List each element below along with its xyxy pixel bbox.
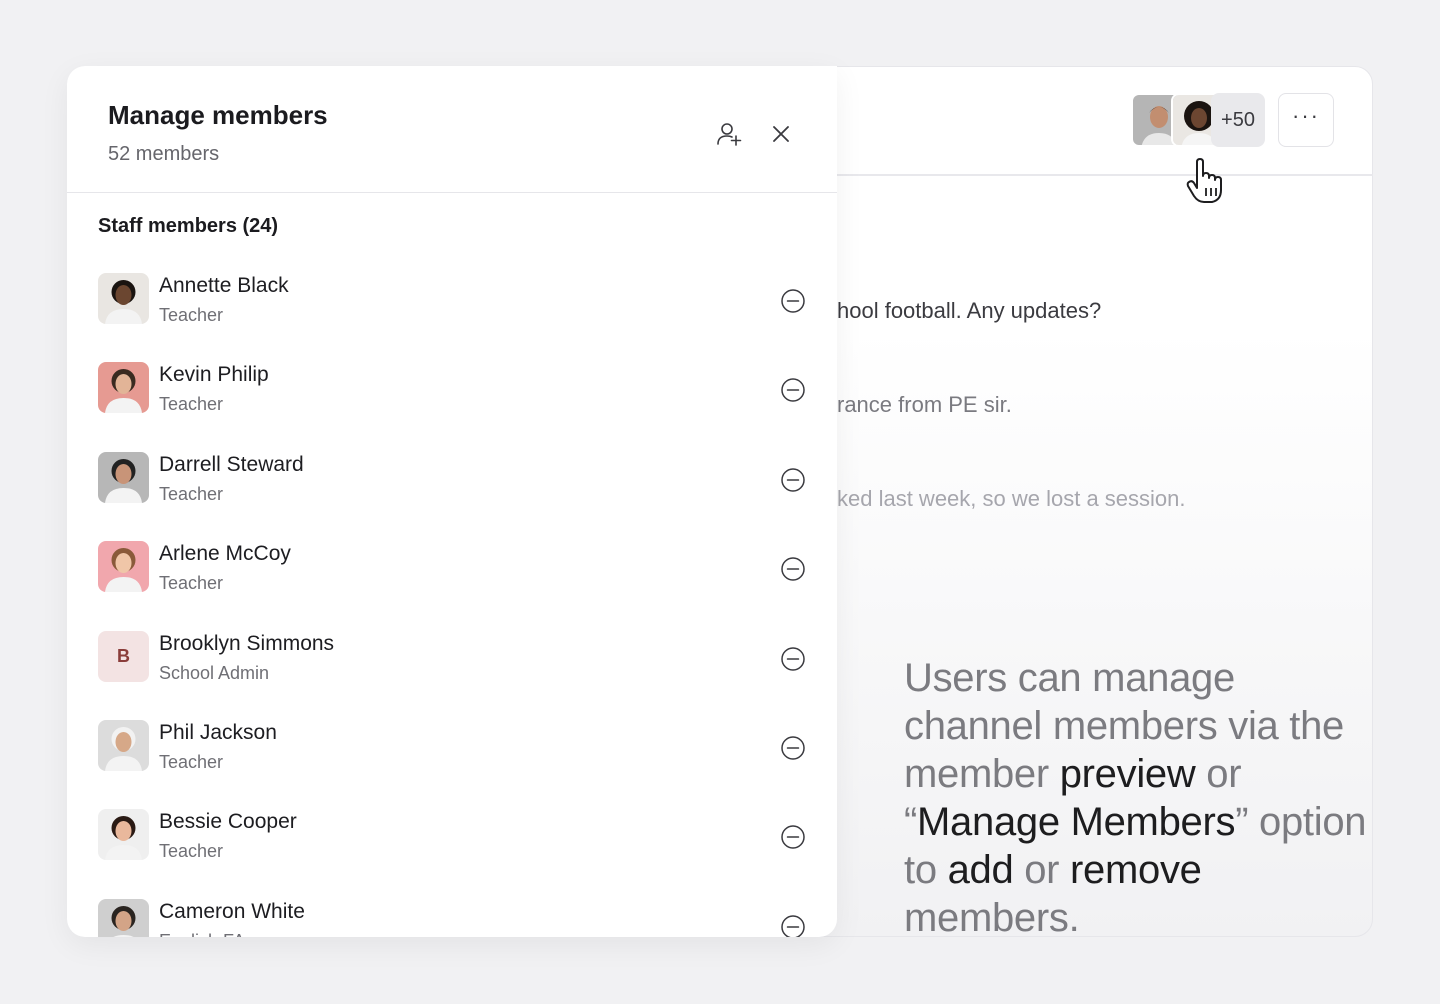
caption-text: or <box>1013 848 1071 892</box>
remove-member-button[interactable] <box>780 288 806 314</box>
hand-cursor-icon <box>1186 158 1222 203</box>
member-row[interactable]: Phil Jackson Teacher <box>67 707 837 797</box>
member-row[interactable]: Kevin Philip Teacher <box>67 349 837 439</box>
member-name: Cameron White <box>159 899 305 923</box>
remove-member-button[interactable] <box>780 824 806 850</box>
caption-text: members. <box>904 896 1080 940</box>
close-button[interactable] <box>766 119 796 149</box>
member-role: School Admin <box>159 662 270 683</box>
member-name: Brooklyn Simmons <box>159 631 335 655</box>
member-preview[interactable]: +50 <box>1131 93 1265 147</box>
chat-message: rance from PE sir. <box>837 392 1012 417</box>
header-divider <box>837 174 1373 176</box>
avatar <box>98 720 149 771</box>
manage-members-panel: Manage members 52 members Staff members … <box>67 66 837 937</box>
remove-member-button[interactable] <box>780 735 806 761</box>
remove-member-button[interactable] <box>780 914 806 937</box>
caption-emphasis: Manage Members <box>917 800 1236 844</box>
feature-caption: Users can manage channel members via the… <box>904 654 1374 942</box>
minus-circle-icon <box>781 289 805 313</box>
member-row[interactable]: Bessie Cooper Teacher <box>67 796 837 886</box>
caption-emphasis: preview <box>1059 752 1196 796</box>
member-row[interactable]: Darrell Steward Teacher <box>67 439 837 529</box>
panel-header: Manage members 52 members <box>67 66 837 193</box>
member-name: Phil Jackson <box>159 721 277 744</box>
avatar <box>98 809 149 861</box>
minus-circle-icon <box>781 557 805 581</box>
avatar <box>98 362 149 414</box>
member-name: Bessie Cooper <box>159 810 297 834</box>
more-options-button[interactable]: ··· <box>1278 93 1334 147</box>
remove-member-button[interactable] <box>780 646 806 672</box>
member-role: Teacher <box>159 483 224 504</box>
more-members-count[interactable]: +50 <box>1211 93 1265 147</box>
member-name: Arlene McCoy <box>159 542 291 566</box>
member-role: English FA <box>159 931 245 937</box>
member-row[interactable]: Annette Black Teacher <box>67 260 837 350</box>
avatar <box>98 541 149 593</box>
add-member-button[interactable] <box>714 119 744 149</box>
member-row[interactable]: B Brooklyn Simmons School Admin <box>67 618 837 708</box>
minus-circle-icon <box>781 825 805 850</box>
minus-circle-icon <box>781 736 805 760</box>
member-name: Darrell Steward <box>159 452 304 476</box>
member-role: Teacher <box>159 394 224 415</box>
minus-circle-icon <box>781 915 805 937</box>
chat-message: ked last week, so we lost a session. <box>837 486 1186 511</box>
member-role: Teacher <box>159 841 224 862</box>
remove-member-button[interactable] <box>780 377 806 403</box>
minus-circle-icon <box>781 646 805 671</box>
avatar: B <box>98 630 149 682</box>
avatar <box>98 451 149 503</box>
caption-emphasis: add <box>947 848 1014 892</box>
member-name: Annette Black <box>159 274 289 297</box>
member-count: 52 members <box>108 143 220 165</box>
close-icon <box>773 126 789 142</box>
remove-member-button[interactable] <box>780 556 806 582</box>
member-row[interactable]: Cameron White English FA <box>67 886 837 937</box>
member-row[interactable]: Arlene McCoy Teacher <box>67 528 837 618</box>
caption-emphasis: remove <box>1070 848 1202 892</box>
add-user-icon <box>717 123 742 146</box>
chat-message: hool football. Any updates? <box>837 298 1102 323</box>
member-name: Kevin Philip <box>159 363 269 387</box>
panel-title: Manage members <box>108 100 328 130</box>
remove-member-button[interactable] <box>780 467 806 493</box>
minus-circle-icon <box>781 378 805 403</box>
minus-circle-icon <box>781 468 805 492</box>
avatar <box>98 898 149 937</box>
member-role: Teacher <box>159 752 224 772</box>
member-role: Teacher <box>159 573 224 594</box>
avatar <box>98 273 149 324</box>
member-role: Teacher <box>159 305 224 325</box>
section-title: Staff members (24) <box>98 215 279 237</box>
